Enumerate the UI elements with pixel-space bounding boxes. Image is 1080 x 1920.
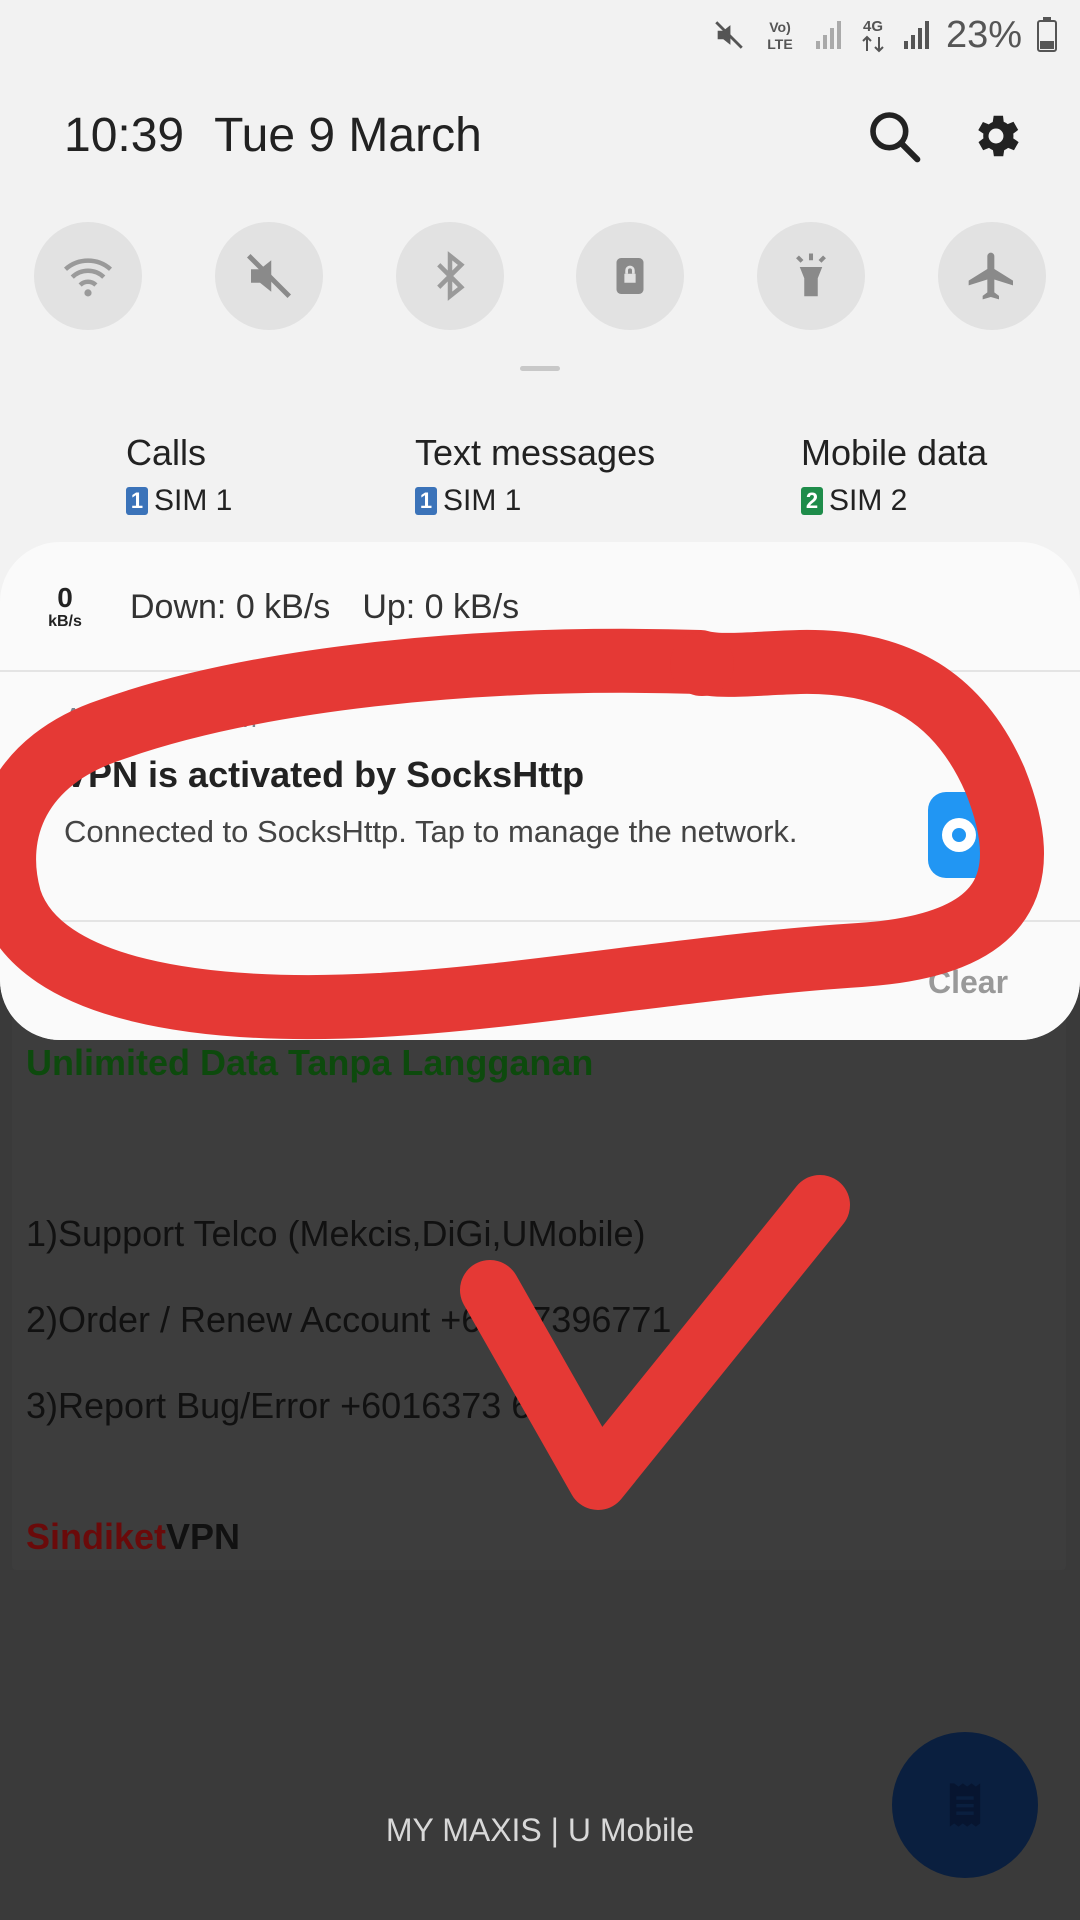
clock-time: 10:39 bbox=[64, 109, 185, 162]
speed-text: Down: 0 kB/s Up: 0 kB/s bbox=[130, 588, 519, 627]
mute-icon bbox=[715, 21, 743, 49]
airplane-mode-icon bbox=[968, 252, 1013, 300]
sim-badge: 1 bbox=[126, 487, 148, 515]
notification-shade: Vo) LTE 4G 23% 10:39 Tue 9 March Calls 1… bbox=[0, 0, 1080, 1040]
bluetooth-toggle[interactable] bbox=[395, 222, 504, 330]
app-headline: Unlimited Data Tanpa Langganan bbox=[26, 1042, 594, 1083]
sim-setting-text-messages[interactable]: Text messages 1 SIM 1 bbox=[415, 432, 655, 518]
flashlight-toggle[interactable] bbox=[757, 222, 866, 330]
sim-label: SIM 2 bbox=[829, 484, 908, 517]
sim-badge: 1 bbox=[415, 487, 437, 515]
sim-setting-value: 1 SIM 1 bbox=[415, 484, 655, 518]
sim-setting-title: Mobile data bbox=[801, 432, 988, 473]
sound-toggle[interactable] bbox=[214, 222, 323, 330]
receipt-icon bbox=[949, 1783, 981, 1827]
wifi-toggle[interactable] bbox=[34, 222, 142, 330]
network-speed-notification[interactable]: 0 kB/s Down: 0 kB/s Up: 0 kB/s bbox=[0, 542, 1080, 672]
vpn-notification[interactable]: Android system VPN is activated by Socks… bbox=[0, 672, 1080, 922]
speed-unit: kB/s bbox=[48, 613, 82, 630]
app-info-line-3: 3)Report Bug/Error +6016373 64 bbox=[26, 1385, 552, 1426]
search-icon[interactable] bbox=[866, 108, 922, 164]
sim-label: SIM 1 bbox=[443, 484, 522, 517]
expand-handle[interactable] bbox=[520, 366, 560, 371]
notification-title: VPN is activated by SocksHttp bbox=[64, 754, 585, 795]
app-info-line-1: 1)Support Telco (Mekcis,DiGi,UMobile) bbox=[26, 1213, 646, 1254]
battery-icon bbox=[1037, 17, 1057, 52]
sim-setting-title: Calls bbox=[126, 432, 207, 473]
speed-indicator: 0 kB/s bbox=[42, 584, 88, 630]
rotation-lock-icon bbox=[616, 258, 644, 294]
clock-date: Tue 9 March bbox=[214, 109, 482, 162]
app-brand: SindiketVPN bbox=[26, 1516, 240, 1558]
clear-button[interactable]: Clear bbox=[928, 964, 1008, 1001]
battery-percentage: 23% bbox=[945, 13, 1022, 56]
sim-badge: 2 bbox=[801, 487, 823, 515]
airplane-mode-toggle[interactable] bbox=[937, 222, 1046, 330]
log-button[interactable] bbox=[892, 1732, 1038, 1878]
sound-off-icon bbox=[246, 253, 291, 299]
download-speed: Down: 0 kB/s bbox=[130, 588, 331, 626]
sim-setting-value: 1 SIM 1 bbox=[126, 484, 232, 518]
notification-panel: 0 kB/s Down: 0 kB/s Up: 0 kB/s Android sy… bbox=[0, 542, 1080, 1040]
bluetooth-icon bbox=[436, 251, 465, 301]
date-time: 10:39 Tue 9 March bbox=[64, 108, 482, 163]
upload-speed: Up: 0 kB/s bbox=[362, 588, 520, 626]
gear-icon[interactable] bbox=[968, 108, 1024, 164]
signal-icon bbox=[815, 21, 841, 49]
svg-text:4G: 4G bbox=[863, 18, 883, 35]
notification-settings-button[interactable]: Noti bbox=[516, 964, 578, 1001]
svg-text:Vo): Vo) bbox=[769, 19, 791, 35]
4g-icon: 4G bbox=[862, 18, 884, 53]
sim-setting-calls[interactable]: Calls 1 SIM 1 bbox=[126, 432, 232, 518]
sim-setting-value: 2 SIM 2 bbox=[801, 484, 987, 518]
notification-body: Connected to SocksHttp. Tap to manage th… bbox=[64, 814, 798, 849]
flashlight-icon bbox=[796, 253, 827, 297]
quick-toggles bbox=[34, 222, 1046, 330]
vpn-key-icon bbox=[928, 792, 1014, 878]
brand-part-2: VPN bbox=[166, 1516, 241, 1557]
rotation-lock-toggle[interactable] bbox=[576, 222, 685, 330]
status-bar: Vo) LTE 4G 23% bbox=[712, 10, 1058, 60]
notification-app-name: Android system bbox=[64, 702, 257, 733]
app-info-line-2: 2)Order / Renew Account +6 137396771 bbox=[26, 1299, 672, 1340]
speed-value: 0 bbox=[57, 582, 73, 613]
sim-setting-title: Text messages bbox=[415, 432, 656, 473]
volte-icon: Vo) LTE bbox=[767, 19, 792, 52]
sim-setting-mobile-data[interactable]: Mobile data 2 SIM 2 bbox=[801, 432, 987, 518]
brand-part-1: Sindiket bbox=[26, 1516, 167, 1557]
wifi-icon bbox=[64, 258, 112, 297]
sim-label: SIM 1 bbox=[154, 484, 233, 517]
signal-icon bbox=[903, 21, 929, 49]
svg-text:LTE: LTE bbox=[767, 36, 792, 52]
